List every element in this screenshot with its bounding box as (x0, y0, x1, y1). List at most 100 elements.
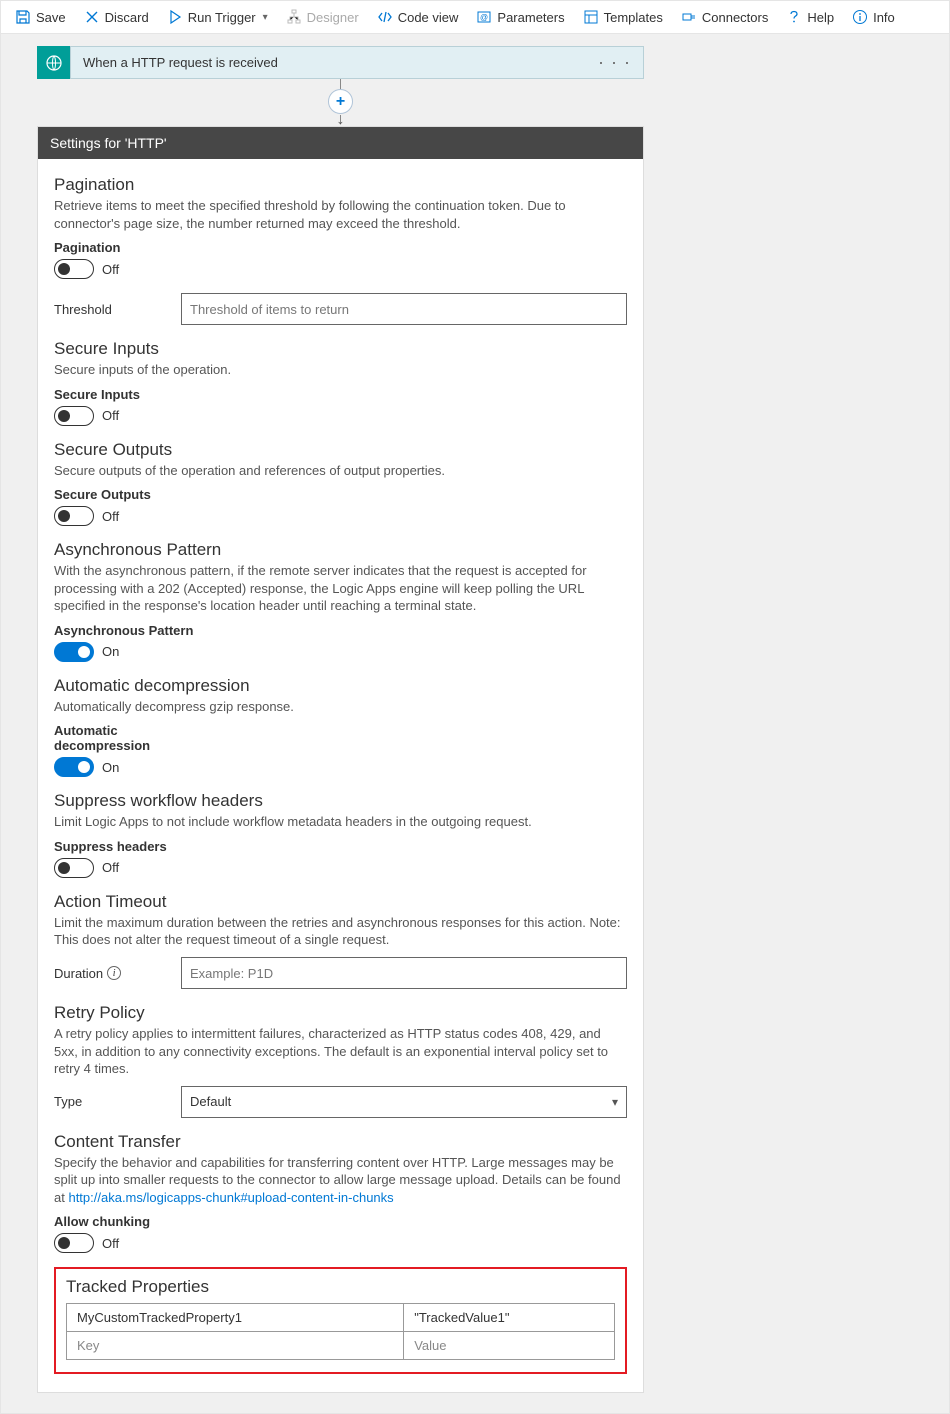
secure-inputs-title: Secure Inputs (54, 339, 627, 359)
parameters-button[interactable]: @ Parameters (470, 5, 570, 29)
content-transfer-link[interactable]: http://aka.ms/logicapps-chunk#upload-con… (68, 1190, 393, 1205)
chevron-down-icon: ▾ (612, 1095, 618, 1109)
suppress-headers-toggle-label: Suppress headers (54, 839, 627, 854)
pagination-desc: Retrieve items to meet the specified thr… (54, 197, 627, 232)
auto-decompress-title: Automatic decompression (54, 676, 627, 696)
secure-inputs-toggle[interactable] (54, 406, 94, 426)
retry-policy-title: Retry Policy (54, 1003, 627, 1023)
secure-outputs-toggle-label: Secure Outputs (54, 487, 627, 502)
chevron-down-icon: ▾ (263, 12, 268, 23)
action-timeout-title: Action Timeout (54, 892, 627, 912)
info-button[interactable]: Info (846, 5, 901, 29)
pagination-toggle[interactable] (54, 259, 94, 279)
secure-outputs-toggle[interactable] (54, 506, 94, 526)
retry-type-value: Default (190, 1094, 231, 1109)
discard-icon (84, 9, 100, 25)
settings-panel: Settings for 'HTTP' Pagination Retrieve … (37, 126, 644, 1393)
info-label: Info (873, 10, 895, 25)
secure-outputs-desc: Secure outputs of the operation and refe… (54, 462, 627, 480)
trigger-title: When a HTTP request is received (83, 55, 278, 70)
duration-input[interactable] (181, 957, 627, 989)
allow-chunking-label: Allow chunking (54, 1214, 627, 1229)
retry-type-select[interactable]: Default ▾ (181, 1086, 627, 1118)
tracked-key-placeholder[interactable]: Key (67, 1332, 404, 1360)
auto-decompress-desc: Automatically decompress gzip response. (54, 698, 627, 716)
suppress-headers-title: Suppress workflow headers (54, 791, 627, 811)
connectors-button[interactable]: Connectors (675, 5, 774, 29)
http-trigger-icon (37, 46, 70, 79)
secure-inputs-toggle-label: Secure Inputs (54, 387, 627, 402)
tracked-value-placeholder[interactable]: Value (404, 1332, 615, 1360)
pagination-title: Pagination (54, 175, 627, 195)
trigger-menu-button[interactable]: · · · (598, 52, 631, 73)
settings-panel-title: Settings for 'HTTP' (38, 127, 643, 159)
svg-text:@: @ (480, 13, 488, 22)
designer-label: Designer (307, 10, 359, 25)
action-timeout-desc: Limit the maximum duration between the r… (54, 914, 627, 949)
suppress-headers-toggle[interactable] (54, 858, 94, 878)
run-trigger-label: Run Trigger (188, 10, 256, 25)
secure-outputs-title: Secure Outputs (54, 440, 627, 460)
secure-inputs-toggle-state: Off (102, 408, 119, 423)
connector-line (340, 79, 341, 89)
async-pattern-toggle[interactable] (54, 642, 94, 662)
retry-policy-desc: A retry policy applies to intermittent f… (54, 1025, 627, 1078)
code-view-label: Code view (398, 10, 459, 25)
templates-icon (583, 9, 599, 25)
auto-decompress-toggle-state: On (102, 760, 119, 775)
tracked-properties-table: MyCustomTrackedProperty1 "TrackedValue1"… (66, 1303, 615, 1360)
async-pattern-title: Asynchronous Pattern (54, 540, 627, 560)
duration-label: Duration (54, 966, 103, 981)
designer-icon (286, 9, 302, 25)
tracked-key-cell[interactable]: MyCustomTrackedProperty1 (67, 1304, 404, 1332)
tracked-value-cell[interactable]: "TrackedValue1" (404, 1304, 615, 1332)
threshold-input[interactable] (181, 293, 627, 325)
arrow-down-icon: ↓ (337, 114, 345, 126)
auto-decompress-toggle[interactable] (54, 757, 94, 777)
run-trigger-button[interactable]: Run Trigger ▾ (161, 5, 274, 29)
parameters-icon: @ (476, 9, 492, 25)
connectors-icon (681, 9, 697, 25)
discard-button[interactable]: Discard (78, 5, 155, 29)
save-button[interactable]: Save (9, 5, 72, 29)
content-transfer-title: Content Transfer (54, 1132, 627, 1152)
templates-button[interactable]: Templates (577, 5, 669, 29)
save-label: Save (36, 10, 66, 25)
suppress-headers-toggle-state: Off (102, 860, 119, 875)
help-label: Help (807, 10, 834, 25)
help-button[interactable]: Help (780, 5, 840, 29)
table-row: Key Value (67, 1332, 615, 1360)
allow-chunking-state: Off (102, 1236, 119, 1251)
designer-button[interactable]: Designer (280, 5, 365, 29)
help-icon (786, 9, 802, 25)
play-icon (167, 9, 183, 25)
pagination-toggle-label: Pagination (54, 240, 627, 255)
tracked-properties-section: Tracked Properties MyCustomTrackedProper… (54, 1267, 627, 1374)
async-pattern-toggle-state: On (102, 644, 119, 659)
secure-inputs-desc: Secure inputs of the operation. (54, 361, 627, 379)
designer-canvas: When a HTTP request is received · · · + … (1, 34, 949, 1413)
info-icon[interactable]: i (107, 966, 121, 980)
templates-label: Templates (604, 10, 663, 25)
code-view-button[interactable]: Code view (371, 5, 465, 29)
content-transfer-desc: Specify the behavior and capabilities fo… (54, 1154, 627, 1207)
save-icon (15, 9, 31, 25)
parameters-label: Parameters (497, 10, 564, 25)
suppress-headers-desc: Limit Logic Apps to not include workflow… (54, 813, 627, 831)
connectors-label: Connectors (702, 10, 768, 25)
retry-type-label: Type (54, 1094, 169, 1109)
code-icon (377, 9, 393, 25)
toolbar: Save Discard Run Trigger ▾ Designer Code… (1, 1, 949, 34)
pagination-toggle-state: Off (102, 262, 119, 277)
allow-chunking-toggle[interactable] (54, 1233, 94, 1253)
tracked-properties-title: Tracked Properties (66, 1277, 615, 1297)
info-icon (852, 9, 868, 25)
threshold-label: Threshold (54, 302, 169, 317)
table-row: MyCustomTrackedProperty1 "TrackedValue1" (67, 1304, 615, 1332)
auto-decompress-toggle-label: Automatic decompression (54, 723, 174, 753)
discard-label: Discard (105, 10, 149, 25)
async-pattern-desc: With the asynchronous pattern, if the re… (54, 562, 627, 615)
secure-outputs-toggle-state: Off (102, 509, 119, 524)
async-pattern-toggle-label: Asynchronous Pattern (54, 623, 627, 638)
trigger-card[interactable]: When a HTTP request is received · · · (37, 46, 644, 79)
